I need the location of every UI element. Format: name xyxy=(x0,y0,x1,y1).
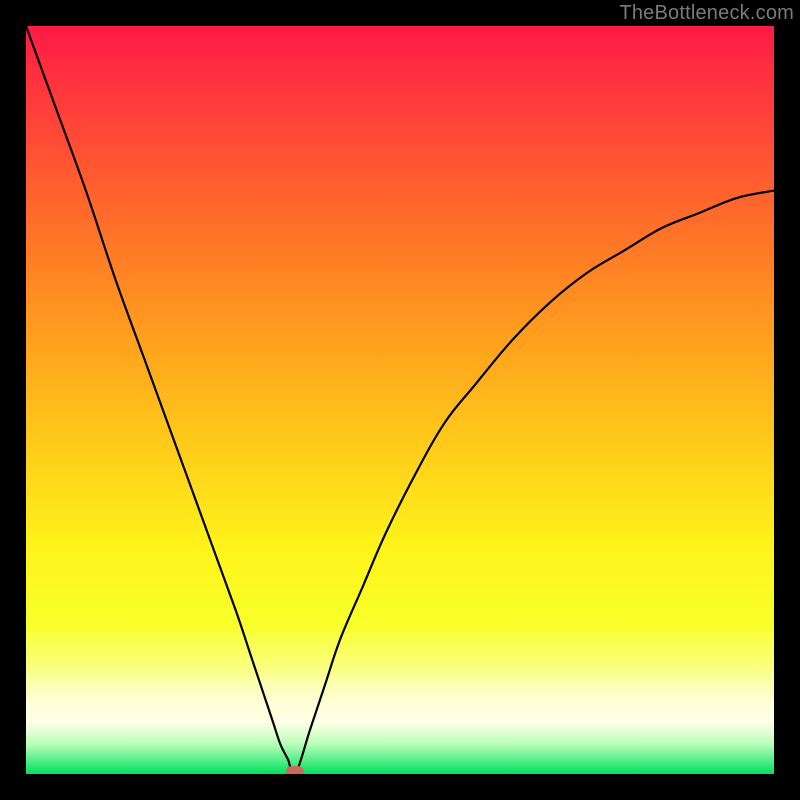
plot-area xyxy=(26,26,774,774)
attribution-label: TheBottleneck.com xyxy=(619,2,794,25)
chart-frame: TheBottleneck.com xyxy=(0,0,800,800)
minimum-marker xyxy=(286,766,304,774)
bottleneck-curve xyxy=(26,26,774,774)
